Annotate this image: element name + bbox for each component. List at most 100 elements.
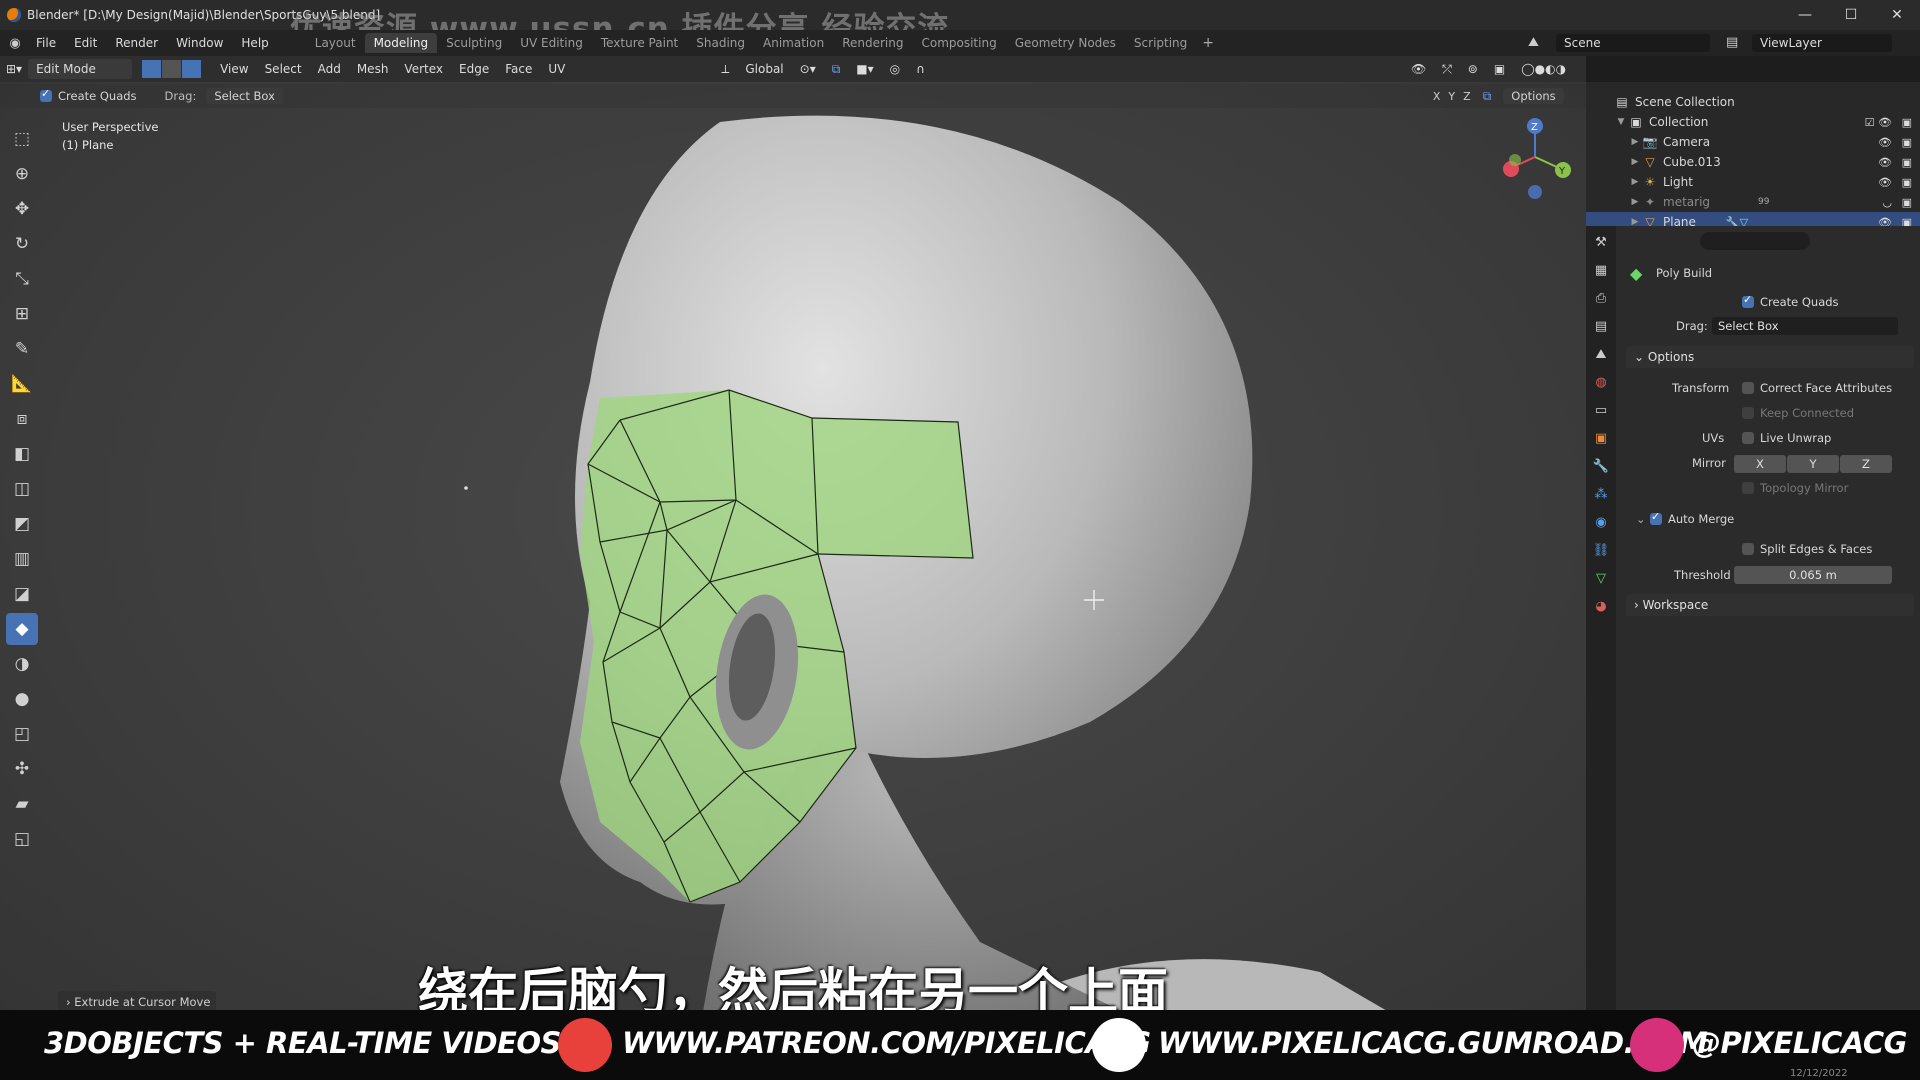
create-quads-checkbox[interactable] xyxy=(1742,293,1754,308)
topology-mirror-checkbox[interactable] xyxy=(1742,482,1754,494)
navigation-gizmo[interactable]: Z Y xyxy=(1495,112,1575,202)
auto-merge-icon[interactable]: ⧉ xyxy=(1483,89,1492,104)
rotate-tool-icon[interactable]: ↻ xyxy=(6,228,38,260)
live-unwrap-checkbox[interactable] xyxy=(1742,432,1754,444)
outliner-item-camera[interactable]: ▶ 📷 Camera 👁 ▣ xyxy=(1586,132,1920,152)
scene-selector[interactable]: Scene xyxy=(1556,34,1710,52)
edge-select-icon[interactable] xyxy=(162,60,183,78)
shear-tool-icon[interactable]: ▰ xyxy=(6,788,38,820)
snap-icon[interactable]: ⧉ xyxy=(824,59,849,79)
render-toggle-icon[interactable]: ▣ xyxy=(1902,176,1912,189)
constraints-tab-icon[interactable]: ⛓ xyxy=(1586,536,1616,564)
scene-tab-icon[interactable]: ⛰ xyxy=(1586,340,1616,368)
eye-icon[interactable]: ☑ 👁 xyxy=(1865,116,1892,129)
workspace-panel-header[interactable]: › Workspace xyxy=(1626,594,1914,616)
auto-merge-arrow-icon[interactable]: ⌄ xyxy=(1636,512,1646,526)
collection-row[interactable]: ▼ ▣ Collection ☑ 👁 ▣ xyxy=(1586,112,1920,132)
editor-type-icon[interactable]: ⊞▾ xyxy=(0,59,28,79)
edge-slide-tool-icon[interactable]: ◰ xyxy=(6,718,38,750)
data-tab-icon[interactable]: ▽ xyxy=(1586,564,1616,592)
inset-tool-icon[interactable]: ◫ xyxy=(6,473,38,505)
snap-target-icon[interactable]: ■▾ xyxy=(848,59,881,79)
3d-viewport[interactable]: User Perspective (1) Plane ⬚ ⊕ ✥ ↻ ⤡ ⊞ ✎… xyxy=(0,82,1586,1030)
xray-icon[interactable]: ▣ xyxy=(1486,59,1513,79)
outliner-item-cube[interactable]: ▶ ▽ Cube.013 👁 ▣ xyxy=(1586,152,1920,172)
properties-search-input[interactable] xyxy=(1700,232,1810,250)
mode-selector[interactable]: Edit Mode xyxy=(28,59,133,79)
menu-vertex[interactable]: Vertex xyxy=(396,59,451,79)
scale-tool-icon[interactable]: ⤡ xyxy=(6,263,38,295)
mirror-y-button[interactable]: Y xyxy=(1787,455,1839,473)
view-layer-selector[interactable]: ViewLayer xyxy=(1752,34,1892,52)
eye-icon[interactable]: 👁 xyxy=(1878,156,1892,169)
drag-selector[interactable]: Select Box xyxy=(1712,317,1898,335)
auto-merge-checkbox[interactable] xyxy=(1650,510,1662,525)
transform-tool-icon[interactable]: ⊞ xyxy=(6,298,38,330)
shrink-fatten-tool-icon[interactable]: ✣ xyxy=(6,753,38,785)
options-panel-header[interactable]: ⌄ Options xyxy=(1626,346,1914,368)
pivot-point-icon[interactable]: ⊙▾ xyxy=(792,59,824,79)
mirror-x-button[interactable]: X xyxy=(1734,455,1786,473)
menu-file[interactable]: File xyxy=(27,36,65,50)
menu-window[interactable]: Window xyxy=(167,36,232,50)
view-layer-icon[interactable]: ▤ xyxy=(1726,35,1738,50)
tab-scripting[interactable]: Scripting xyxy=(1125,33,1196,53)
loop-cut-tool-icon[interactable]: ▥ xyxy=(6,543,38,575)
tab-shading[interactable]: Shading xyxy=(687,33,754,53)
shading-modes-icon[interactable]: ◯●◐◑ xyxy=(1513,59,1574,79)
create-quads-checkbox[interactable] xyxy=(40,87,52,102)
drag-selector[interactable]: Select Box xyxy=(206,88,283,104)
transform-orientation-selector[interactable]: Global xyxy=(737,59,791,79)
threshold-field[interactable]: 0.065 m xyxy=(1734,566,1892,584)
tool-tab-icon[interactable]: ⚒ xyxy=(1586,228,1616,256)
spin-tool-icon[interactable]: ◑ xyxy=(6,648,38,680)
eye-icon[interactable]: 👁 xyxy=(1878,176,1892,189)
render-toggle-icon[interactable]: ▣ xyxy=(1902,156,1912,169)
vertex-select-icon[interactable] xyxy=(142,60,163,78)
measure-tool-icon[interactable]: 📐 xyxy=(6,368,38,400)
tab-geometry-nodes[interactable]: Geometry Nodes xyxy=(1006,33,1125,53)
blender-menu-icon[interactable]: ◉ xyxy=(3,36,27,51)
split-edges-faces-checkbox[interactable] xyxy=(1742,543,1754,555)
material-tab-icon[interactable]: ◕ xyxy=(1586,592,1616,620)
tab-layout[interactable]: Layout xyxy=(306,33,365,53)
render-toggle-icon[interactable]: ▣ xyxy=(1902,136,1912,149)
rip-tool-icon[interactable]: ◱ xyxy=(6,823,38,855)
maximize-icon[interactable]: ☐ xyxy=(1828,0,1874,30)
tab-texture-paint[interactable]: Texture Paint xyxy=(592,33,687,53)
overlay-icon[interactable]: ⊚ xyxy=(1460,59,1486,79)
tab-compositing[interactable]: Compositing xyxy=(912,33,1005,53)
annotate-tool-icon[interactable]: ✎ xyxy=(6,333,38,365)
mirror-axis-x[interactable]: X xyxy=(1433,90,1441,103)
menu-help[interactable]: Help xyxy=(232,36,277,50)
modifier-tab-icon[interactable]: 🔧 xyxy=(1586,452,1616,480)
close-icon[interactable]: ✕ xyxy=(1874,0,1920,30)
instagram-handle[interactable]: @PIXELICACG xyxy=(1692,1026,1907,1060)
tab-sculpting[interactable]: Sculpting xyxy=(437,33,511,53)
menu-edit[interactable]: Edit xyxy=(65,36,106,50)
view-layer-tab-icon[interactable]: ▤ xyxy=(1586,312,1616,340)
cursor-tool-icon[interactable]: ⊕ xyxy=(6,158,38,190)
world-tab-icon[interactable]: ◍ xyxy=(1586,368,1616,396)
correct-face-attributes-checkbox[interactable] xyxy=(1742,382,1754,394)
menu-render[interactable]: Render xyxy=(106,36,167,50)
menu-edge[interactable]: Edge xyxy=(451,59,497,79)
outliner-item-light[interactable]: ▶ ☀ Light 👁 ▣ xyxy=(1586,172,1920,192)
render-toggle-icon[interactable]: ▣ xyxy=(1902,116,1912,129)
gumroad-link[interactable]: WWW.PIXELICACG.GUMROAD.COM xyxy=(1158,1026,1708,1060)
menu-face[interactable]: Face xyxy=(497,59,540,79)
add-workspace-icon[interactable]: + xyxy=(1196,35,1220,51)
gizmo-toggle-icon[interactable]: ⤱ xyxy=(1434,59,1460,79)
select-box-tool-icon[interactable]: ⬚ xyxy=(6,123,38,155)
knife-tool-icon[interactable]: ◪ xyxy=(6,578,38,610)
tab-rendering[interactable]: Rendering xyxy=(833,33,912,53)
face-select-icon[interactable] xyxy=(182,60,203,78)
render-tab-icon[interactable]: ▦ xyxy=(1586,256,1616,284)
menu-add[interactable]: Add xyxy=(310,59,349,79)
mirror-axis-z[interactable]: Z xyxy=(1463,90,1471,103)
bevel-tool-icon[interactable]: ◩ xyxy=(6,508,38,540)
patreon-link[interactable]: WWW.PATREON.COM/PIXELICACG xyxy=(622,1026,1151,1060)
visibility-icon[interactable]: 👁 xyxy=(1403,59,1434,79)
eye-icon[interactable]: 👁 xyxy=(1878,136,1892,149)
mirror-z-button[interactable]: Z xyxy=(1840,455,1892,473)
